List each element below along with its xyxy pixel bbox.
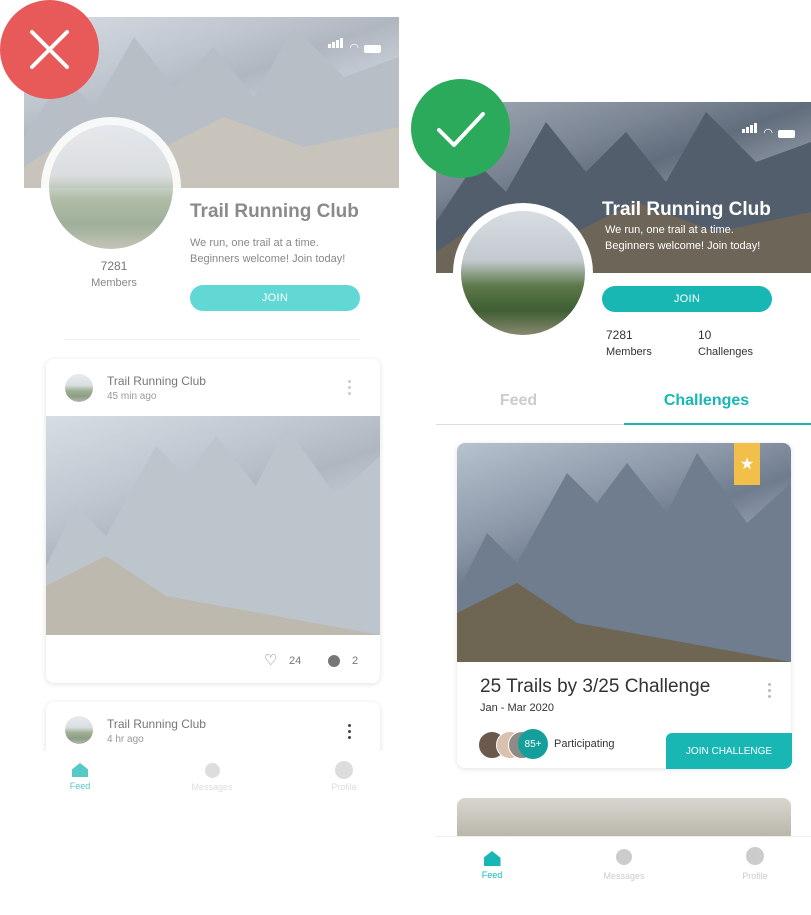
left-members-count: 7281 [100, 259, 128, 273]
join-challenge-button[interactable]: JOIN CHALLENGE [666, 733, 792, 769]
comment-icon[interactable] [328, 655, 340, 667]
right-club-title: Trail Running Club [602, 199, 771, 220]
right-bottom-nav: Feed Messages Profile [436, 836, 811, 915]
post-time: 45 min ago [107, 391, 157, 402]
post-author-avatar [65, 374, 93, 402]
like-count: 24 [289, 655, 302, 667]
next-challenge-card[interactable] [457, 798, 791, 838]
right-challenges-count: 10 [698, 328, 712, 342]
right-screen: ◠ Trail Running Club We run, one trail a… [436, 102, 811, 915]
right-members-label: Members [606, 346, 652, 358]
featured-ribbon: ★ [734, 443, 760, 485]
participating-label: Participating [554, 738, 615, 750]
good-badge [411, 79, 510, 178]
nav-feed[interactable]: Feed [472, 851, 512, 880]
right-club-avatar [461, 211, 585, 335]
nav-messages[interactable]: Messages [596, 849, 652, 881]
left-avatar-ring [41, 117, 181, 257]
more-options-icon[interactable] [348, 380, 351, 395]
right-challenges-label: Challenges [698, 346, 754, 358]
comment-count: 2 [352, 655, 359, 667]
chat-icon [204, 763, 220, 778]
tab-feed[interactable]: Feed [436, 392, 601, 410]
nav-feed[interactable]: Feed [60, 763, 100, 791]
battery-icon [364, 45, 381, 53]
battery-icon [778, 130, 795, 138]
post-author-avatar [65, 716, 93, 744]
left-club-title: Trail Running Club [190, 201, 359, 222]
wifi-icon: ◠ [349, 42, 359, 54]
right-status-bar: ◠ [742, 120, 795, 139]
left-bottom-nav: Feed Messages Profile [24, 751, 399, 813]
divider [64, 339, 360, 340]
challenge-card[interactable]: ★ 25 Trails by 3/25 Challenge Jan - Mar … [457, 443, 792, 769]
like-icon[interactable]: ♡ [264, 651, 277, 669]
right-join-button[interactable]: JOIN [602, 286, 772, 312]
tab-active-indicator [624, 423, 811, 425]
left-club-avatar [49, 125, 173, 249]
user-icon [335, 761, 353, 779]
nav-profile[interactable]: Profile [735, 847, 775, 881]
user-icon [746, 847, 764, 865]
signal-icon [742, 120, 758, 138]
left-screen: ◠ 7281 Members Trail Running Club We run… [24, 17, 399, 762]
more-options-icon[interactable] [348, 724, 351, 739]
nav-profile[interactable]: Profile [324, 761, 364, 792]
more-options-icon[interactable] [768, 683, 771, 698]
right-avatar-ring [453, 203, 593, 343]
wifi-icon: ◠ [763, 127, 773, 139]
tab-challenges[interactable]: Challenges [624, 392, 789, 410]
check-icon [437, 112, 485, 147]
home-icon [72, 763, 88, 777]
right-club-desc-2: Beginners welcome! Join today! [605, 240, 761, 252]
bad-badge [0, 0, 99, 99]
chat-icon [616, 849, 632, 865]
right-members-count: 7281 [606, 328, 633, 342]
home-icon [483, 851, 501, 866]
participants-count-badge: 85+ [518, 729, 548, 759]
x-icon [30, 30, 69, 69]
right-club-desc-1: We run, one trail at a time. [605, 224, 734, 236]
post-author-name: Trail Running Club [107, 717, 206, 731]
left-join-button[interactable]: JOIN [190, 285, 360, 311]
star-icon: ★ [739, 456, 755, 473]
challenge-title: 25 Trails by 3/25 Challenge [480, 676, 711, 697]
post-time: 4 hr ago [107, 734, 144, 745]
left-club-desc-1: We run, one trail at a time. [190, 237, 319, 249]
signal-icon [328, 35, 344, 53]
left-club-desc-2: Beginners welcome! Join today! [190, 253, 346, 265]
left-members-label: Members [91, 277, 137, 289]
challenge-dates: Jan - Mar 2020 [480, 702, 554, 714]
left-status-bar: ◠ [328, 35, 381, 54]
nav-messages[interactable]: Messages [184, 763, 240, 792]
post-image [46, 416, 380, 635]
participant-avatars: 85+ [478, 729, 558, 759]
left-post-card[interactable]: Trail Running Club 45 min ago ♡ 24 2 [46, 359, 380, 683]
post-author-name: Trail Running Club [107, 374, 206, 388]
